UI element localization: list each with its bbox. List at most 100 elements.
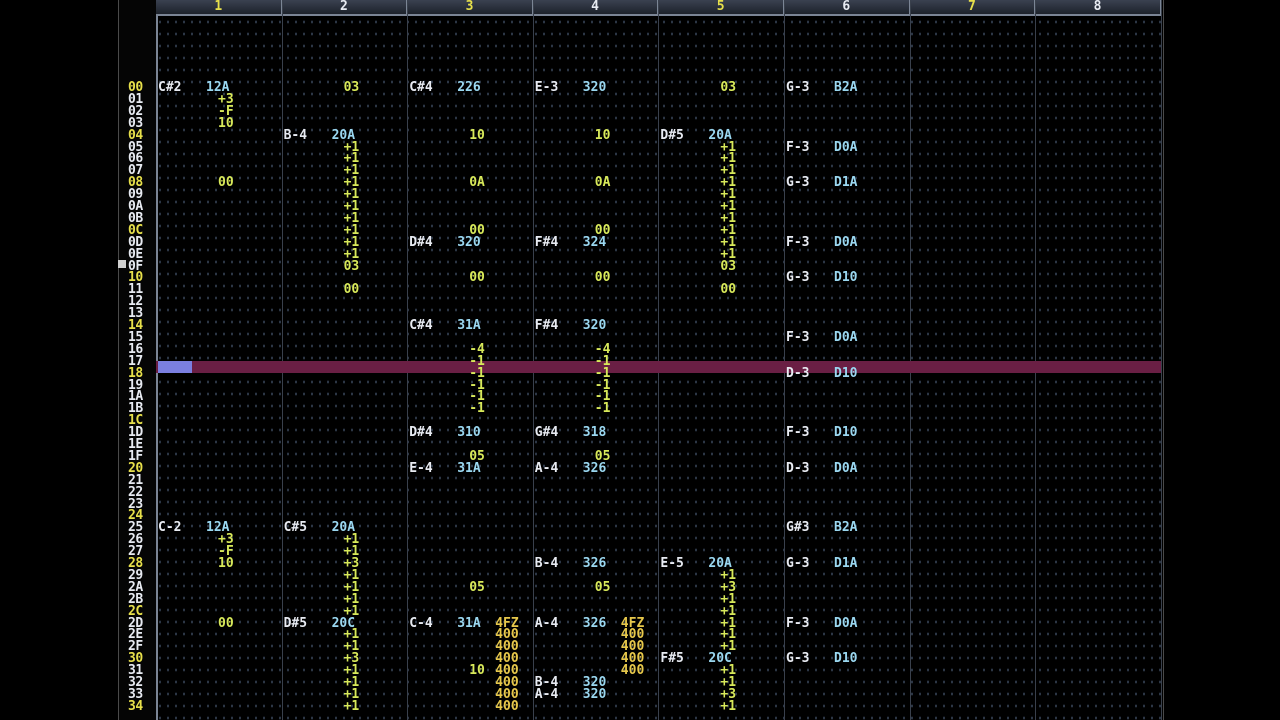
value-cell[interactable]: 0A [595,176,611,189]
value-cell[interactable]: D10 [834,426,857,439]
note-cell[interactable]: G#3 [786,521,809,534]
channel-header-8[interactable]: 8 [1035,0,1161,14]
value-cell[interactable]: 31A [457,617,480,630]
value-cell[interactable]: 320 [583,688,606,701]
value-cell[interactable]: 326 [583,462,606,475]
note-cell[interactable]: F-3 [786,141,809,154]
value-cell[interactable]: D1A [834,176,857,189]
current-row-highlight [156,360,1161,373]
channel-header-3[interactable]: 3 [407,0,533,14]
value-cell[interactable]: 10 [469,664,485,677]
value-cell[interactable]: 05 [469,581,485,594]
channel-header-1[interactable]: 1 [156,0,282,14]
value-cell[interactable]: 320 [583,319,606,332]
edit-cursor[interactable] [158,360,192,373]
pattern-editor[interactable]: 00 01 02 03 04 05 06 07 08 09 0A 0B 0C 0D 0E 0F 10 11 12 13… [118,0,1164,720]
effect-cell[interactable]: 400 [621,664,644,677]
note-cell[interactable]: G#4 [535,426,558,439]
value-cell[interactable]: 00 [344,283,360,296]
value-cell[interactable]: 326 [583,617,606,630]
value-cell[interactable]: +1 [720,700,736,713]
note-cell[interactable]: E-3 [535,81,558,94]
channel-header-7[interactable]: 7 [910,0,1036,14]
note-cell[interactable]: B-4 [284,129,307,142]
note-cell[interactable]: F-3 [786,236,809,249]
note-cell[interactable]: E-4 [409,462,432,475]
value-cell[interactable]: 31A [457,462,480,475]
value-cell[interactable]: 10 [469,129,485,142]
value-cell[interactable]: D10 [834,367,857,380]
value-cell[interactable]: 320 [457,236,480,249]
value-cell[interactable]: 03 [720,81,736,94]
value-cell[interactable]: B2A [834,521,857,534]
value-cell[interactable]: 318 [583,426,606,439]
channel-header-4[interactable]: 4 [533,0,659,14]
note-cell[interactable]: B-4 [535,557,558,570]
value-cell[interactable]: 03 [344,81,360,94]
note-cell[interactable]: D-3 [786,367,809,380]
note-cell[interactable]: F#5 [660,652,683,665]
value-cell[interactable]: 00 [469,271,485,284]
note-cell[interactable]: C#4 [409,81,432,94]
note-cell[interactable]: A-4 [535,462,558,475]
value-cell[interactable]: 03 [720,260,736,273]
value-cell[interactable]: 226 [457,81,480,94]
value-cell[interactable]: 31A [457,319,480,332]
note-cell[interactable]: D#4 [409,426,432,439]
value-cell[interactable]: 00 [218,617,234,630]
value-cell[interactable]: 10 [595,129,611,142]
value-cell[interactable]: D0A [834,141,857,154]
value-cell[interactable]: 326 [583,557,606,570]
note-cell[interactable]: D#5 [284,617,307,630]
channel-header-6[interactable]: 6 [784,0,910,14]
note-cell[interactable]: C-4 [409,617,432,630]
value-cell[interactable]: 00 [218,176,234,189]
value-cell[interactable]: 05 [595,581,611,594]
value-cell[interactable]: D10 [834,652,857,665]
scroll-marker[interactable] [118,260,126,268]
value-cell[interactable]: D10 [834,271,857,284]
value-cell[interactable]: D0A [834,617,857,630]
value-cell[interactable]: 310 [457,426,480,439]
channel-header-2[interactable]: 2 [282,0,408,14]
note-cell[interactable]: F#4 [535,319,558,332]
note-cell[interactable]: A-4 [535,688,558,701]
note-cell[interactable]: G-3 [786,271,809,284]
value-cell[interactable]: 320 [583,81,606,94]
note-cell[interactable]: A-4 [535,617,558,630]
note-cell[interactable]: F#4 [535,236,558,249]
row-number[interactable]: 34 [128,700,156,713]
note-cell[interactable]: G-3 [786,176,809,189]
value-cell[interactable]: 10 [218,557,234,570]
value-cell[interactable]: 0A [469,176,485,189]
value-cell[interactable]: B2A [834,81,857,94]
value-cell[interactable]: +1 [344,700,360,713]
value-cell[interactable]: 324 [583,236,606,249]
value-cell[interactable]: D1A [834,557,857,570]
value-cell[interactable]: D0A [834,236,857,249]
value-cell[interactable]: 10 [218,117,234,130]
channel-header-5[interactable]: 5 [658,0,784,14]
note-cell[interactable]: F-3 [786,331,809,344]
note-cell[interactable]: C#5 [284,521,307,534]
value-cell[interactable]: D0A [834,331,857,344]
value-cell[interactable]: 03 [344,260,360,273]
note-cell[interactable]: D-3 [786,462,809,475]
note-cell[interactable]: C#2 [158,81,181,94]
note-cell[interactable]: F-3 [786,617,809,630]
note-cell[interactable]: C-2 [158,521,181,534]
value-cell[interactable]: 00 [720,283,736,296]
note-cell[interactable]: G-3 [786,557,809,570]
note-cell[interactable]: D#4 [409,236,432,249]
note-cell[interactable]: E-5 [660,557,683,570]
value-cell[interactable]: 00 [595,271,611,284]
note-cell[interactable]: G-3 [786,652,809,665]
note-cell[interactable]: F-3 [786,426,809,439]
note-cell[interactable]: C#4 [409,319,432,332]
value-cell[interactable]: D0A [834,462,857,475]
effect-cell[interactable]: 400 [495,700,518,713]
note-cell[interactable]: D#5 [660,129,683,142]
note-cell[interactable]: G-3 [786,81,809,94]
value-cell[interactable]: -1 [595,402,611,415]
value-cell[interactable]: -1 [469,402,485,415]
